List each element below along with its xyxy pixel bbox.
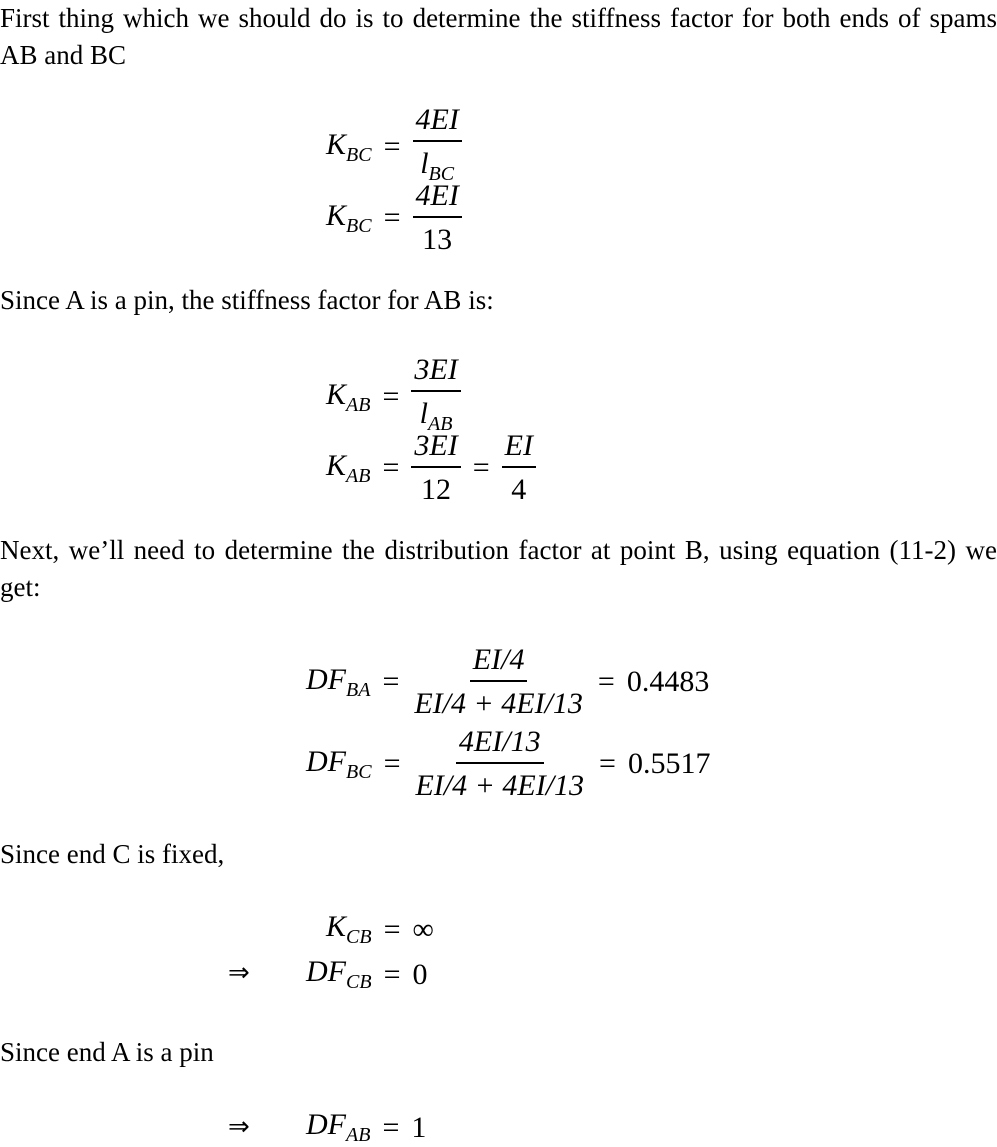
equals-sign: = [382, 665, 400, 698]
numerator: 4EI [412, 102, 462, 142]
equals-sign: = [383, 201, 401, 234]
numerator: 4EI [412, 178, 462, 218]
equals-sign: = [383, 747, 401, 780]
equals-sign: = [383, 957, 401, 991]
fraction-simplified: EI 4 [501, 428, 536, 508]
fraction: EI/4 EI/4 + 4EI/13 [411, 642, 586, 722]
equation-df-cb: DFCB = 0 [306, 955, 427, 994]
fixed-c-paragraph: Since end C is fixed, [0, 839, 225, 869]
result-value: 0.5517 [627, 747, 711, 780]
equals-sign: = [382, 1110, 400, 1144]
fraction: 4EI 13 [412, 178, 462, 258]
equals-sign: = [382, 451, 400, 484]
fraction: 3EI 12 [411, 428, 461, 508]
denominator: 13 [422, 223, 453, 256]
infinity-symbol: ∞ [412, 912, 434, 946]
implies-arrow-icon: ⇒ [228, 1112, 250, 1142]
equation-lhs: DFBC [306, 744, 372, 783]
numerator: EI/4 [469, 642, 528, 682]
result-value: 0.4483 [626, 665, 710, 698]
numerator: 3EI [411, 428, 461, 468]
equation-df-ba: DFBA = EI/4 EI/4 + 4EI/13 = 0.4483 [306, 642, 709, 722]
numerator: 3EI [411, 352, 461, 392]
numerator: EI [501, 428, 536, 468]
equation-lhs: KBC [326, 127, 372, 166]
result-value: 1 [411, 1110, 427, 1144]
equals-sign: = [383, 912, 401, 946]
result-value: 0 [412, 957, 428, 991]
implies-arrow-icon: ⇒ [228, 958, 250, 988]
equals-sign: = [599, 747, 616, 780]
equation-lhs: KAB [326, 448, 371, 487]
equation-k-bc-value: KBC = 4EI 13 [326, 178, 462, 258]
fraction: 4EI/13 EI/4 + 4EI/13 [412, 724, 587, 804]
equation-lhs: KAB [326, 377, 371, 416]
equation-df-bc: DFBC = 4EI/13 EI/4 + 4EI/13 = 0.5517 [306, 724, 710, 804]
equals-sign: = [383, 130, 401, 163]
intro-paragraph: First thing which we should do is to det… [0, 3, 997, 70]
equation-lhs: KBC [326, 198, 372, 237]
denominator: EI/4 + 4EI/13 [414, 687, 583, 720]
equation-df-ab: DFAB = 1 [306, 1108, 426, 1147]
pin-a-paragraph: Since A is a pin, the stiffness factor f… [0, 285, 494, 315]
numerator: 4EI/13 [455, 724, 544, 764]
equals-sign: = [472, 451, 490, 484]
equation-lhs: DFCB [306, 955, 372, 993]
pin-end-a-paragraph: Since end A is a pin [0, 1037, 214, 1067]
denominator: EI/4 + 4EI/13 [415, 769, 585, 802]
equation-lhs: KCB [326, 910, 372, 948]
equation-lhs: DFAB [306, 1108, 371, 1146]
equals-sign: = [597, 665, 615, 698]
denominator: 12 [421, 473, 452, 506]
equation-k-cb: KCB = ∞ [326, 910, 434, 949]
denominator: 4 [511, 473, 527, 506]
equation-lhs: DFBA [306, 662, 371, 701]
distribution-factor-paragraph: Next, we’ll need to determine the distri… [0, 535, 997, 602]
equation-k-ab-value: KAB = 3EI 12 = EI 4 [326, 428, 536, 508]
equals-sign: = [382, 380, 400, 413]
